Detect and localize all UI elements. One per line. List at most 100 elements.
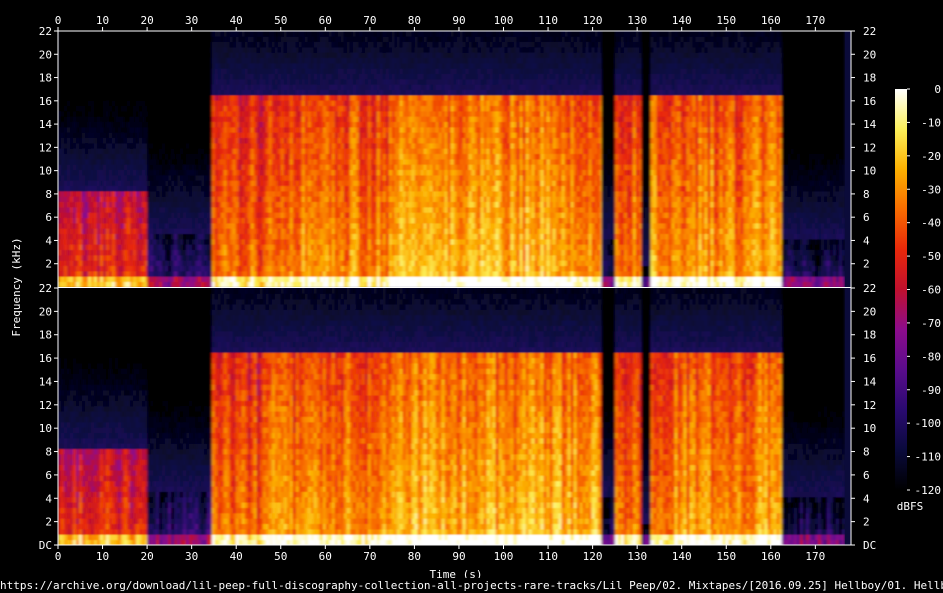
spectrogram-cell [61,159,65,165]
spectrogram-cell [73,63,77,69]
spectrogram-cell [189,255,193,261]
spectrogram-cell [358,212,363,218]
spectrogram-cell [274,95,279,101]
spectrogram-cell [316,159,321,165]
spectrogram-cell [94,47,98,53]
spectrogram-cell [238,79,243,85]
spectrogram-cell [319,233,324,240]
spectrogram-cell [136,89,140,96]
spectrogram-cell [271,260,276,266]
spectrogram-cell [349,84,354,90]
spectrogram-cell [349,223,354,229]
spectrogram-cell [76,233,80,240]
spectrogram-cell [211,233,216,240]
spectrogram-cell [177,228,181,234]
spectrogram-cell [94,276,98,282]
spectrogram-cell [153,175,157,181]
spectrogram-cell [316,217,321,224]
spectrogram-cell [174,223,178,229]
spectrogram-cell [189,68,193,74]
spectrogram-cell [238,175,243,181]
spectrogram-cell [256,191,261,197]
spectrogram-cell [174,169,178,176]
spectrogram-cell [274,36,279,42]
spectrogram-cell [310,191,315,197]
spectrogram-cell [229,79,234,85]
spectrogram-cell [316,68,321,74]
spectrogram-cell [232,68,237,74]
spectrogram-cell [340,57,345,64]
spectrogram-cell [64,228,68,234]
spectrogram-cell [156,175,160,181]
spectrogram-cell [94,185,98,192]
spectrogram-cell [253,52,258,58]
spectrogram-cell [103,36,107,42]
spectrogram-cell [192,121,196,128]
spectrogram-cell [67,36,71,42]
spectrogram-cell [223,164,228,170]
spectrogram-cell [292,132,297,138]
spectrogram-cell [355,111,360,117]
spectrogram-cell [349,31,354,37]
spectrogram-cell [177,276,181,282]
spectrogram-cell [159,217,163,224]
spectrogram-cell [316,239,321,245]
spectrogram-cell [118,196,122,202]
spectrogram-cell [295,41,300,48]
spectrogram-cell [313,175,318,181]
spectrogram-cell [156,105,160,112]
spectrogram-cell [250,127,255,133]
spectrogram-cell [304,276,309,282]
spectrogram-cell [189,281,193,288]
spectrogram-cell [61,47,65,53]
spectrogram-cell [271,180,276,186]
spectrogram-cell [165,255,169,261]
spectrogram-cell [162,41,166,48]
spectrogram-cell [331,153,336,160]
spectrogram-cell [174,185,178,192]
spectrogram-cell [289,265,294,272]
spectrogram-cell [103,68,107,74]
spectrogram-cell [70,127,74,133]
spectrogram-cell [180,276,184,282]
spectrogram-cell [147,95,151,101]
spectrogram-cell [112,89,116,96]
spectrogram-cell [304,47,309,53]
spectrogram-cell [355,185,360,192]
spectrogram-cell [259,127,264,133]
spectrogram-cell [115,164,119,170]
spectrogram-cell [177,68,181,74]
spectrogram-cell [112,95,116,101]
spectrogram-cell [76,191,80,197]
spectrogram-cell [97,196,101,202]
spectrogram-cell [316,100,321,106]
spectrogram-cell [283,244,288,250]
spectrogram-cell [304,137,309,144]
spectrogram-cell [85,68,89,74]
spectrogram-cell [352,191,357,197]
spectrogram-cell [156,31,160,37]
spectrogram-cell [307,137,312,144]
spectrogram-cell [238,52,243,58]
spectrogram-cell [127,239,131,245]
spectrogram-cell [343,111,348,117]
spectrogram-cell [171,244,175,250]
spectrogram-cell [186,95,190,101]
spectrogram-cell [262,79,267,85]
spectrogram-cell [207,89,211,96]
spectrogram-cell [358,196,363,202]
spectrogram-cell [195,191,199,197]
spectrogram-cell [346,52,351,58]
spectrogram-cell [67,73,71,80]
spectrogram-cell [156,196,160,202]
spectrogram-cell [58,148,62,154]
spectrogram-cell [204,233,208,240]
spectrogram-cell [211,127,216,133]
spectrogram-cell [94,31,98,37]
spectrogram-cell [121,116,125,122]
spectrogram-cell [189,164,193,170]
spectrogram-cell [156,121,160,128]
spectrogram-cell [133,84,137,90]
spectrogram-cell [147,116,151,122]
spectrogram-cell [58,196,62,202]
